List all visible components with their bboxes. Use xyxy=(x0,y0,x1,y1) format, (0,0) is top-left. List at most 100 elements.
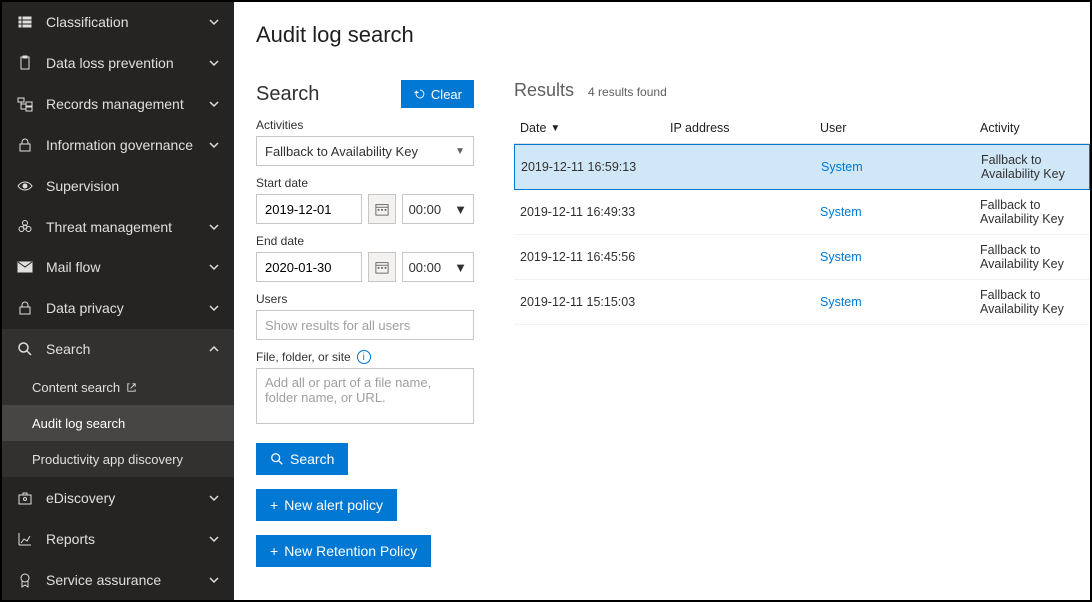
search-icon xyxy=(270,452,284,466)
plus-icon: + xyxy=(270,543,278,559)
file-input[interactable] xyxy=(256,368,474,424)
calendar-icon xyxy=(375,202,389,216)
nav-sub-productivity-app-discovery[interactable]: Productivity app discovery xyxy=(2,441,234,477)
chevron-up-icon xyxy=(208,343,220,355)
cell-activity: Fallback to Availability Key xyxy=(981,153,1083,181)
nav-item-records-management[interactable]: Records management xyxy=(2,84,234,125)
nav-item-service-assurance[interactable]: Service assurance xyxy=(2,559,234,600)
nav-label: Search xyxy=(46,341,208,357)
nav-label: eDiscovery xyxy=(46,490,208,506)
clear-button[interactable]: Clear xyxy=(401,80,474,108)
briefcase-icon xyxy=(16,489,34,507)
chevron-down-icon xyxy=(208,139,220,151)
chevron-down-icon xyxy=(208,492,220,504)
nav-item-information-governance[interactable]: Information governance xyxy=(2,124,234,165)
cell-user[interactable]: System xyxy=(820,205,980,219)
cell-user[interactable]: System xyxy=(820,250,980,264)
start-date-label: Start date xyxy=(256,176,474,190)
new-retention-policy-button[interactable]: + New Retention Policy xyxy=(256,535,431,567)
results-table: Date▼ IP address User Activity 2019-12-1… xyxy=(514,113,1090,325)
nav-item-mail-flow[interactable]: Mail flow xyxy=(2,247,234,288)
end-date-calendar-button[interactable] xyxy=(368,252,396,282)
nav-sub-label: Content search xyxy=(32,380,120,395)
nav-label: Data loss prevention xyxy=(46,55,208,71)
nav-sub-audit-log-search[interactable]: Audit log search xyxy=(2,405,234,441)
folder-tree-icon xyxy=(16,95,34,113)
nav-sub-label: Productivity app discovery xyxy=(32,452,183,467)
table-row[interactable]: 2019-12-11 16:49:33SystemFallback to Ava… xyxy=(514,190,1090,235)
chevron-down-icon xyxy=(208,302,220,314)
cell-date: 2019-12-11 16:59:13 xyxy=(521,160,671,174)
table-row[interactable]: 2019-12-11 15:15:03 SystemFallback to Ava… xyxy=(514,280,1090,325)
caret-down-icon: ▼ xyxy=(454,260,467,275)
external-link-icon xyxy=(126,382,137,393)
nav-item-reports[interactable]: Reports xyxy=(2,518,234,559)
chevron-down-icon xyxy=(208,16,220,28)
col-date[interactable]: Date▼ xyxy=(520,121,670,135)
start-date-calendar-button[interactable] xyxy=(368,194,396,224)
cell-user[interactable]: System xyxy=(821,160,981,174)
chart-icon xyxy=(16,530,34,548)
results-header-row: Date▼ IP address User Activity xyxy=(514,113,1090,144)
cell-date: 2019-12-11 16:45:56 xyxy=(520,250,670,264)
search-panel: Search Clear Activities Fallback to Avai… xyxy=(256,80,474,581)
chevron-down-icon xyxy=(208,261,220,273)
activities-dropdown[interactable]: Fallback to Availability Key ▼ xyxy=(256,136,474,166)
chevron-down-icon xyxy=(208,57,220,69)
lock-icon xyxy=(16,136,34,154)
cell-activity: Fallback to Availability Key xyxy=(980,243,1084,271)
info-icon[interactable]: i xyxy=(357,350,371,364)
caret-down-icon: ▼ xyxy=(454,202,467,217)
col-activity[interactable]: Activity xyxy=(980,121,1084,135)
nav-sub-content-search[interactable]: Content search xyxy=(2,369,234,405)
nav-label: Records management xyxy=(46,96,208,112)
start-time-select[interactable]: 00:00 ▼ xyxy=(402,194,474,224)
nav-sub-label: Audit log search xyxy=(32,416,125,431)
undo-icon xyxy=(413,87,427,101)
file-label: File, folder, or site i xyxy=(256,350,474,364)
end-time-select[interactable]: 00:00 ▼ xyxy=(402,252,474,282)
calendar-icon xyxy=(375,260,389,274)
nav-item-ediscovery[interactable]: eDiscovery xyxy=(2,477,234,518)
nav-item-search[interactable]: Search xyxy=(2,329,234,370)
sort-desc-icon: ▼ xyxy=(550,123,560,134)
table-row[interactable]: 2019-12-11 16:45:56 SystemFallback to Ava… xyxy=(514,235,1090,280)
nav-item-supervision[interactable]: Supervision xyxy=(2,165,234,206)
cell-date: 2019-12-11 15:15:03 xyxy=(520,295,670,309)
col-user[interactable]: User xyxy=(820,121,980,135)
cell-activity: Fallback to Availability Key xyxy=(980,288,1084,316)
cell-user[interactable]: System xyxy=(820,295,980,309)
clipboard-icon xyxy=(16,54,34,72)
nav-item-data-loss-prevention[interactable]: Data loss prevention xyxy=(2,43,234,84)
end-date-input[interactable] xyxy=(265,260,353,275)
results-count: 4 results found xyxy=(588,85,667,99)
nav-label: Threat management xyxy=(46,219,208,235)
activities-label: Activities xyxy=(256,118,474,132)
nav-label: Supervision xyxy=(46,178,220,194)
search-title: Search xyxy=(256,83,319,106)
nav-subgroup: Content search Audit log search Productivi… xyxy=(2,369,234,477)
biohazard-icon xyxy=(16,218,34,236)
list-icon xyxy=(16,13,34,31)
lock-icon xyxy=(16,299,34,317)
nav-item-classification[interactable]: Classification xyxy=(2,2,234,43)
ribbon-icon xyxy=(16,571,34,589)
nav-item-threat-management[interactable]: Threat management xyxy=(2,206,234,247)
search-icon xyxy=(16,340,34,358)
new-alert-policy-button[interactable]: + New alert policy xyxy=(256,489,397,521)
cell-date: 2019-12-11 16:49:33 xyxy=(520,205,670,219)
search-button[interactable]: Search xyxy=(256,443,348,475)
chevron-down-icon xyxy=(208,98,220,110)
users-input[interactable] xyxy=(256,310,474,340)
table-row[interactable]: 2019-12-11 16:59:13 SystemFallback to Ava… xyxy=(514,144,1090,190)
end-date-label: End date xyxy=(256,234,474,248)
nav-label: Reports xyxy=(46,531,208,547)
mail-icon xyxy=(16,258,34,276)
start-date-input[interactable] xyxy=(265,202,353,217)
results-title: Results xyxy=(514,80,574,101)
nav-item-data-privacy[interactable]: Data privacy xyxy=(2,288,234,329)
caret-down-icon: ▼ xyxy=(455,146,465,157)
results-panel: Results 4 results found Date▼ IP address… xyxy=(514,80,1090,581)
col-ip[interactable]: IP address xyxy=(670,121,820,135)
plus-icon: + xyxy=(270,497,278,513)
